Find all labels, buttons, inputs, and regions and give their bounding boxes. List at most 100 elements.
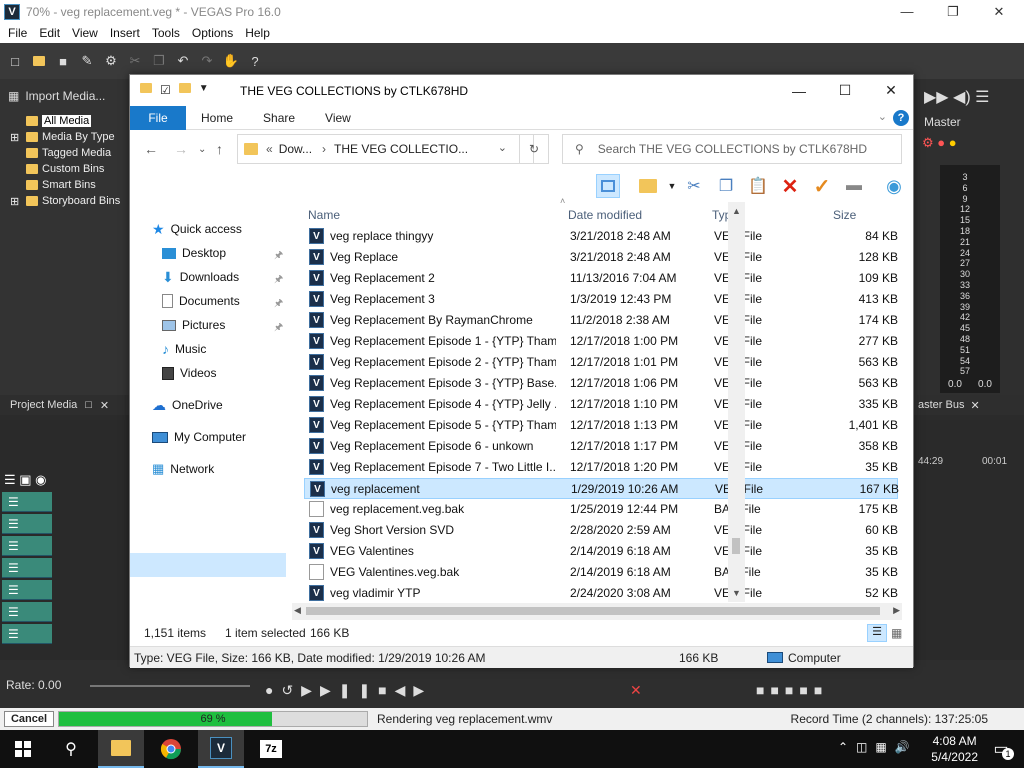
- file-row[interactable]: V Veg Replacement Episode 6 - unkown 12/17…: [304, 436, 898, 457]
- nav-videos[interactable]: Videos: [162, 362, 216, 384]
- minimize-button[interactable]: —: [884, 0, 930, 23]
- file-row[interactable]: VEG Valentines.veg.bak 2/14/2019 6:18 AM B…: [304, 562, 898, 583]
- large-icons-view-icon[interactable]: ▦: [891, 626, 902, 640]
- track-header[interactable]: ☰: [2, 580, 52, 600]
- close-button[interactable]: ✕: [976, 0, 1022, 23]
- notification-center-button[interactable]: ▭ 1: [978, 730, 1024, 768]
- track-header[interactable]: ☰: [2, 602, 52, 622]
- whats-this-help-icon[interactable]: ?: [246, 52, 264, 70]
- tree-item-all-media[interactable]: All Media: [10, 113, 130, 129]
- file-row[interactable]: V Veg Replacement 2 11/13/2016 7:04 AM VEG …: [304, 268, 898, 289]
- menu-insert[interactable]: Insert: [104, 26, 146, 40]
- nav-documents[interactable]: Documents: [162, 290, 240, 312]
- menu-help[interactable]: Help: [239, 26, 276, 40]
- customize-toolbar-icon[interactable]: ▼: [199, 83, 209, 97]
- nav-my-computer[interactable]: My Computer: [152, 426, 246, 448]
- cut-icon[interactable]: ✂: [682, 174, 706, 198]
- explorer-close-button[interactable]: ✕: [868, 75, 914, 106]
- pin-icon[interactable]: 🖈: [274, 272, 283, 289]
- breadcrumb-downloads[interactable]: Dow...: [279, 142, 312, 156]
- tree-item-tagged-media[interactable]: Tagged Media: [10, 145, 130, 161]
- track-header[interactable]: ☰: [2, 492, 52, 512]
- redo-icon[interactable]: ↷: [198, 52, 216, 70]
- refresh-button[interactable]: ↻: [519, 134, 549, 164]
- file-row[interactable]: V Veg Replacement Episode 7 - Two Little …: [304, 457, 898, 478]
- address-dropdown-icon[interactable]: ⌄: [498, 141, 507, 154]
- menu-file[interactable]: File: [2, 26, 33, 40]
- render-icon[interactable]: ✎: [78, 52, 96, 70]
- nav-network[interactable]: ▦ Network: [152, 458, 214, 480]
- restore-button[interactable]: ❐: [930, 0, 976, 23]
- track-header[interactable]: ☰: [2, 536, 52, 556]
- hand-tool-icon[interactable]: ✋: [222, 52, 240, 70]
- track-header[interactable]: ☰: [2, 624, 52, 644]
- tree-item-storyboard-bins[interactable]: ⊞ Storyboard Bins: [10, 193, 130, 209]
- file-row[interactable]: Vveg vladimir YTP 2/24/2020 3:08 AM VEG Fi…: [304, 583, 898, 604]
- file-row[interactable]: V Veg Replacement Episode 2 - {YTP} Tham.…: [304, 352, 898, 373]
- file-row[interactable]: veg replacement.veg.bak 1/25/2019 12:44 P…: [304, 499, 898, 520]
- cut-icon[interactable]: ✂: [126, 52, 144, 70]
- nav-quick-access[interactable]: ★ Quick access: [152, 218, 242, 240]
- chrome-taskbar-button[interactable]: [148, 730, 194, 768]
- track-header[interactable]: ☰: [2, 514, 52, 534]
- menu-options[interactable]: Options: [186, 26, 239, 40]
- column-name[interactable]: Name: [308, 208, 340, 222]
- menu-tools[interactable]: Tools: [146, 26, 186, 40]
- tree-item-smart-bins[interactable]: Smart Bins: [10, 177, 130, 193]
- globe-icon[interactable]: ◉: [882, 174, 906, 198]
- horizontal-scrollbar[interactable]: ◀ ▶: [292, 603, 902, 620]
- 7zip-taskbar-button[interactable]: 7z: [248, 730, 294, 768]
- preview-pane-icon[interactable]: [596, 174, 620, 198]
- track-list-icon[interactable]: ☰ ▣ ◉: [4, 472, 124, 490]
- explorer-minimize-button[interactable]: —: [776, 75, 822, 106]
- back-arrow-icon[interactable]: ←: [144, 141, 158, 157]
- system-clock[interactable]: 4:08 AM 5/4/2022: [931, 733, 978, 765]
- file-row[interactable]: V Veg Replacement Episode 3 - {YTP} Base.…: [304, 373, 898, 394]
- explorer-maximize-button[interactable]: ☐: [822, 75, 868, 106]
- pin-icon[interactable]: 🖈: [274, 296, 283, 313]
- project-media-tab[interactable]: Project Media □ ✕: [0, 395, 130, 415]
- system-tray-icons[interactable]: ⌃◫▦🔊: [838, 740, 918, 754]
- open-icon[interactable]: [30, 52, 48, 70]
- rename-check-icon[interactable]: ✓: [810, 174, 834, 198]
- file-row[interactable]: Vveg replace thingyy 3/21/2018 2:48 AM VEG…: [304, 226, 898, 247]
- tree-item-custom-bins[interactable]: Custom Bins: [10, 161, 130, 177]
- tab-view[interactable]: View: [310, 111, 366, 125]
- dropdown-icon[interactable]: ▼: [660, 174, 684, 198]
- details-view-icon[interactable]: ☰: [867, 624, 887, 642]
- settings-gear-icon[interactable]: ⚙: [102, 52, 120, 70]
- tab-file[interactable]: File: [130, 105, 186, 130]
- copy-icon[interactable]: ❐: [714, 174, 738, 198]
- nav-desktop[interactable]: Desktop: [162, 242, 226, 264]
- grid-view-icon[interactable]: ▦: [8, 89, 19, 103]
- pin-icon[interactable]: 🖈: [274, 320, 283, 337]
- paste-icon[interactable]: 📋: [746, 174, 770, 198]
- new-project-icon[interactable]: □: [6, 52, 24, 70]
- nav-downloads[interactable]: ⬇ Downloads: [162, 266, 239, 288]
- transport-controls-icon[interactable]: ●↺▶▶❚❚■◀▶: [265, 682, 432, 699]
- master-bus-tab[interactable]: aster Bus ✕: [914, 395, 1024, 415]
- nav-onedrive[interactable]: ☁ OneDrive: [152, 394, 223, 416]
- delete-icon[interactable]: ✕: [630, 682, 642, 699]
- menu-view[interactable]: View: [66, 26, 104, 40]
- file-row[interactable]: V Veg Replacement Episode 5 - {YTP} Tham.…: [304, 415, 898, 436]
- properties-icon[interactable]: ☑: [160, 83, 171, 97]
- vertical-scrollbar[interactable]: ▲ ▼: [728, 202, 745, 602]
- edit-tools-icon[interactable]: ■■■■■: [756, 682, 828, 698]
- file-row[interactable]: V VEG Valentines 2/14/2019 6:18 AM VEG File…: [304, 541, 898, 562]
- file-row[interactable]: V Veg Replacement By RaymanChrome 11/2/201…: [304, 310, 898, 331]
- file-explorer-taskbar-button[interactable]: [98, 730, 144, 768]
- file-row[interactable]: V Veg Replacement Episode 1 - {YTP} Tham.…: [304, 331, 898, 352]
- rate-slider[interactable]: [90, 685, 250, 687]
- recent-locations-icon[interactable]: ⌄: [198, 144, 206, 155]
- tab-share[interactable]: Share: [248, 111, 310, 125]
- file-row[interactable]: V Veg Short Version SVD 2/28/2020 2:59 AM V…: [304, 520, 898, 541]
- tab-home[interactable]: Home: [186, 111, 248, 125]
- file-row[interactable]: V Veg Replace 3/21/2018 2:48 AM VEG File 128…: [304, 247, 898, 268]
- file-row[interactable]: V Veg Replacement Episode 4 - {YTP} Jelly…: [304, 394, 898, 415]
- search-icon[interactable]: ⚲: [48, 730, 94, 768]
- undo-icon[interactable]: ↶: [174, 52, 192, 70]
- new-folder-icon[interactable]: [178, 83, 191, 93]
- tree-item-media-by-type[interactable]: ⊞ Media By Type: [10, 129, 130, 145]
- import-media-button[interactable]: Import Media...: [25, 89, 105, 103]
